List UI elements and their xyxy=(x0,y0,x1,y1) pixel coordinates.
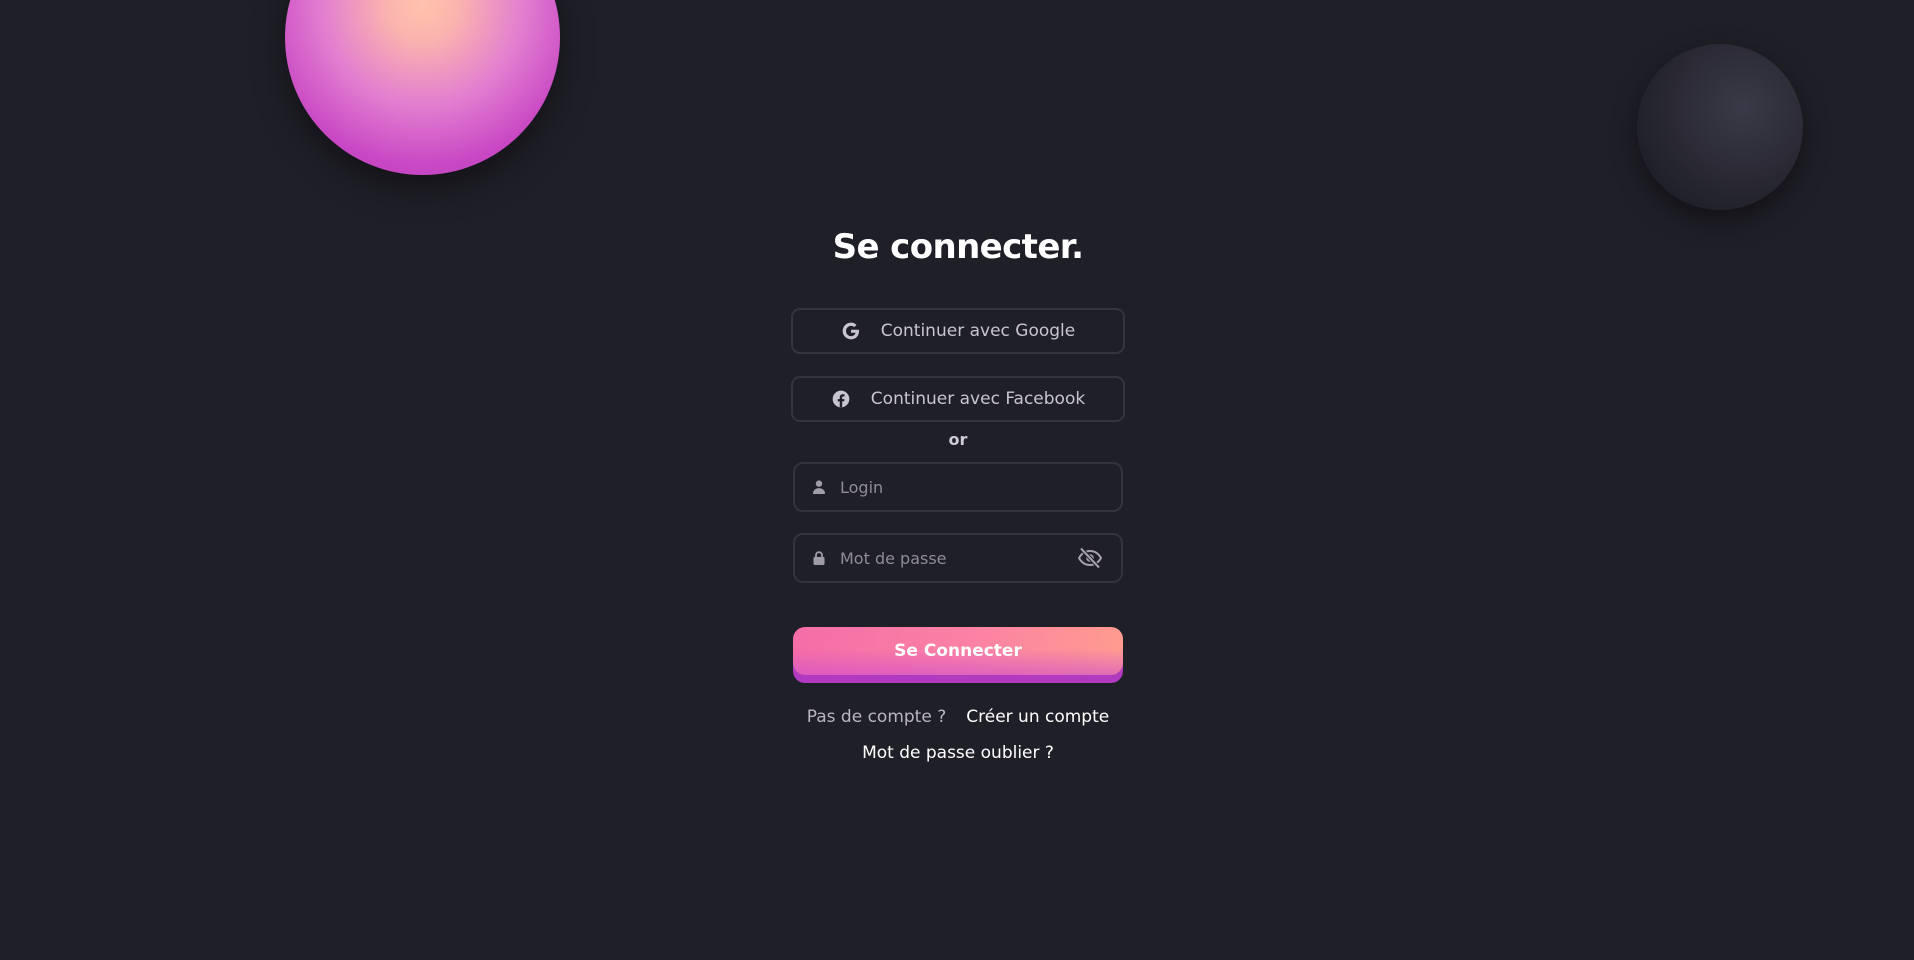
login-field xyxy=(793,462,1123,512)
signup-row: Pas de compte ? Créer un compte xyxy=(791,704,1125,730)
google-login-label: Continuer avec Google xyxy=(880,321,1076,341)
password-field xyxy=(793,533,1123,583)
login-form: Se connecter. Continuer avec Google Cont… xyxy=(791,222,1125,675)
login-submit-button[interactable]: Se Connecter xyxy=(793,627,1123,675)
facebook-login-label: Continuer avec Facebook xyxy=(870,389,1086,409)
password-input[interactable] xyxy=(840,535,1077,581)
create-account-link[interactable]: Créer un compte xyxy=(966,704,1109,730)
background-sphere-pink xyxy=(285,0,560,175)
page-title: Se connecter. xyxy=(832,227,1084,267)
background-sphere-dark xyxy=(1637,44,1803,210)
google-login-button[interactable]: Continuer avec Google xyxy=(791,308,1125,354)
no-account-text: Pas de compte ? xyxy=(806,707,947,727)
account-links: Pas de compte ? Créer un compte Mot de p… xyxy=(791,704,1125,766)
forgot-password-link[interactable]: Mot de passe oublier ? xyxy=(862,743,1054,763)
login-input[interactable] xyxy=(840,464,1121,510)
separator-text: or xyxy=(948,430,968,449)
google-icon xyxy=(841,321,861,341)
facebook-login-button[interactable]: Continuer avec Facebook xyxy=(791,376,1125,422)
facebook-icon xyxy=(831,389,851,409)
lock-icon xyxy=(812,551,826,565)
login-submit-label: Se Connecter xyxy=(894,641,1022,661)
user-icon xyxy=(812,480,826,494)
eye-slash-icon[interactable] xyxy=(1077,545,1103,571)
